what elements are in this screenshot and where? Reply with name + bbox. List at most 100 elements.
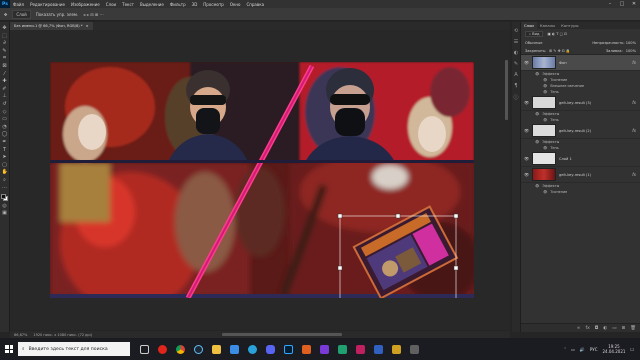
eye-icon[interactable]: 👁	[535, 184, 539, 188]
frame-tool-icon[interactable]: ⊠	[2, 63, 8, 69]
effect-row[interactable]: 👁 Тиснение	[521, 189, 640, 195]
more-tools-icon[interactable]: …	[2, 184, 8, 190]
eye-icon[interactable]: 👁	[543, 78, 547, 82]
type-tool-icon[interactable]: T	[2, 147, 8, 153]
media-icon[interactable]	[302, 344, 311, 354]
vertical-scrollbar[interactable]	[505, 60, 508, 120]
tab-paths[interactable]: Контуры	[558, 23, 581, 28]
brush-panel-icon[interactable]: ✎	[514, 61, 518, 67]
eye-icon[interactable]: 👁	[524, 100, 529, 105]
maximize-button[interactable]: □	[616, 1, 628, 7]
zoom-tool-icon[interactable]: ⌕	[2, 177, 8, 183]
eye-icon[interactable]: 👁	[543, 146, 547, 150]
layer-row[interactable]: 👁 gelt-key-result (1) fx	[521, 167, 640, 183]
character-panel-icon[interactable]: A	[514, 72, 517, 78]
eye-icon[interactable]: 👁	[524, 128, 529, 133]
history-panel-icon[interactable]: ⟲	[514, 28, 518, 34]
layer-row[interactable]: 👁 gelt-key-result (2) fx	[521, 123, 640, 139]
quick-mask-icon[interactable]: ◎	[2, 203, 8, 209]
dodge-tool-icon[interactable]: ◯	[2, 131, 8, 137]
tab-channels[interactable]: Каналы	[537, 23, 558, 28]
layer-name[interactable]: gelt-key-result (1)	[559, 173, 591, 177]
pen-tool-icon[interactable]: ✒	[2, 139, 8, 145]
close-button[interactable]: ✕	[628, 1, 640, 7]
task-view-icon[interactable]	[140, 344, 149, 354]
foreground-color-swatch[interactable]	[1, 194, 6, 200]
eyedropper-icon[interactable]: ⁄	[2, 71, 8, 77]
gradient-icon[interactable]: ▭	[2, 116, 8, 122]
eye-icon[interactable]: 👁	[543, 118, 547, 122]
adjust-icon[interactable]: ◐	[603, 326, 607, 331]
eye-icon[interactable]: 👁	[524, 156, 529, 161]
hand-tool-icon[interactable]: ✋	[2, 169, 8, 175]
app-icon[interactable]	[338, 344, 347, 354]
layer-name[interactable]: gelt-key-result (2)	[559, 129, 591, 133]
layer-filter-dropdown[interactable]: ⌕ Вид	[525, 30, 544, 37]
menu-window[interactable]: Окно	[227, 2, 244, 7]
layer-row[interactable]: 👁 gelt-key-result (3) fx	[521, 95, 640, 111]
auto-select-dropdown[interactable]: Слой	[12, 9, 31, 19]
steam-icon[interactable]	[194, 344, 203, 354]
eye-icon[interactable]: 👁	[524, 60, 529, 65]
discord-icon[interactable]	[266, 344, 275, 354]
link-icon[interactable]: ∞	[577, 326, 581, 331]
move-tool-icon[interactable]: ✥	[2, 25, 8, 31]
shape-tool-icon[interactable]: ▢	[2, 162, 8, 168]
language-indicator[interactable]: РУС	[590, 347, 598, 352]
eye-icon[interactable]: 👁	[535, 72, 539, 76]
show-transform-checkbox[interactable]: Показать упр. элем.	[36, 12, 78, 17]
marquee-tool-icon[interactable]: ⬚	[2, 33, 8, 39]
folder-icon[interactable]: ▭	[612, 326, 616, 331]
align-icons[interactable]: ⫷ ⫸ ⊟ ⊞ ⋯	[83, 12, 103, 17]
tray-arrow-icon[interactable]: ˄	[564, 347, 566, 352]
menu-layers[interactable]: Слои	[103, 2, 119, 7]
fx-icon[interactable]: fx	[632, 100, 636, 105]
document-canvas[interactable]	[50, 62, 474, 298]
menu-view[interactable]: Просмотр	[200, 2, 227, 7]
menu-file[interactable]: Файл	[10, 2, 27, 7]
eye-icon[interactable]: 👁	[535, 140, 539, 144]
eye-icon[interactable]: 👁	[543, 90, 547, 94]
telegram-icon[interactable]	[248, 344, 257, 354]
eye-icon[interactable]: 👁	[543, 190, 547, 194]
minimize-button[interactable]: –	[604, 1, 616, 7]
explorer-icon[interactable]	[212, 344, 221, 354]
new-layer-icon[interactable]: ⊞	[622, 326, 626, 331]
fx-icon[interactable]: fx	[585, 326, 589, 331]
layer-row[interactable]: 👁 Слой 1	[521, 151, 640, 167]
opacity-value[interactable]: 100%	[626, 41, 636, 45]
eye-icon[interactable]: 👁	[535, 112, 539, 116]
trash-icon[interactable]: 🗑	[630, 326, 636, 331]
document-tab[interactable]: Без имени-1 @ 66,7% (Фон, RGB/8) * ×	[10, 22, 93, 30]
history-brush-icon[interactable]: ↺	[2, 101, 8, 107]
menu-filter[interactable]: Фильтр	[167, 2, 189, 7]
menu-image[interactable]: Изображение	[68, 2, 103, 7]
paragraph-panel-icon[interactable]: ¶	[514, 83, 517, 89]
screen-mode-icon[interactable]: ▣	[2, 210, 8, 216]
fx-icon[interactable]: fx	[632, 128, 636, 133]
menu-select[interactable]: Выделение	[137, 2, 167, 7]
tab-layers[interactable]: Слои	[521, 22, 537, 29]
lasso-tool-icon[interactable]: ∂	[2, 40, 8, 46]
menu-edit[interactable]: Редактирование	[27, 2, 68, 7]
menu-3d[interactable]: 3D	[189, 2, 201, 7]
crop-tool-icon[interactable]: ⌗	[2, 55, 8, 61]
quick-select-icon[interactable]: ✎	[2, 48, 8, 54]
document-info[interactable]: 1920 пикс. x 1080 пикс. (72 ppi)	[33, 333, 92, 337]
volume-icon[interactable]: 🔊	[580, 347, 585, 352]
eye-icon[interactable]: 👁	[543, 84, 547, 88]
menu-type[interactable]: Текст	[119, 2, 137, 7]
fx-icon[interactable]: fx	[632, 172, 636, 177]
taskbar-search[interactable]: ⌕ Введите здесь текст для поиска	[18, 342, 130, 356]
move-tool-icon[interactable]: ✥	[4, 12, 7, 17]
store-icon[interactable]	[230, 344, 239, 354]
mask-icon[interactable]: ◘	[595, 326, 599, 331]
path-select-icon[interactable]: ➤	[2, 154, 8, 160]
blur-tool-icon[interactable]: ◔	[2, 124, 8, 130]
layer-name[interactable]: gelt-key-result (3)	[559, 101, 591, 105]
filter-type-icons[interactable]: ▣ ◐ T ▢ ⊡	[547, 32, 567, 36]
layer-name[interactable]: Фон	[559, 61, 567, 65]
info-panel-icon[interactable]: ⓘ	[513, 94, 518, 101]
stamp-tool-icon[interactable]: ⊥	[2, 93, 8, 99]
app-icon[interactable]	[374, 344, 383, 354]
